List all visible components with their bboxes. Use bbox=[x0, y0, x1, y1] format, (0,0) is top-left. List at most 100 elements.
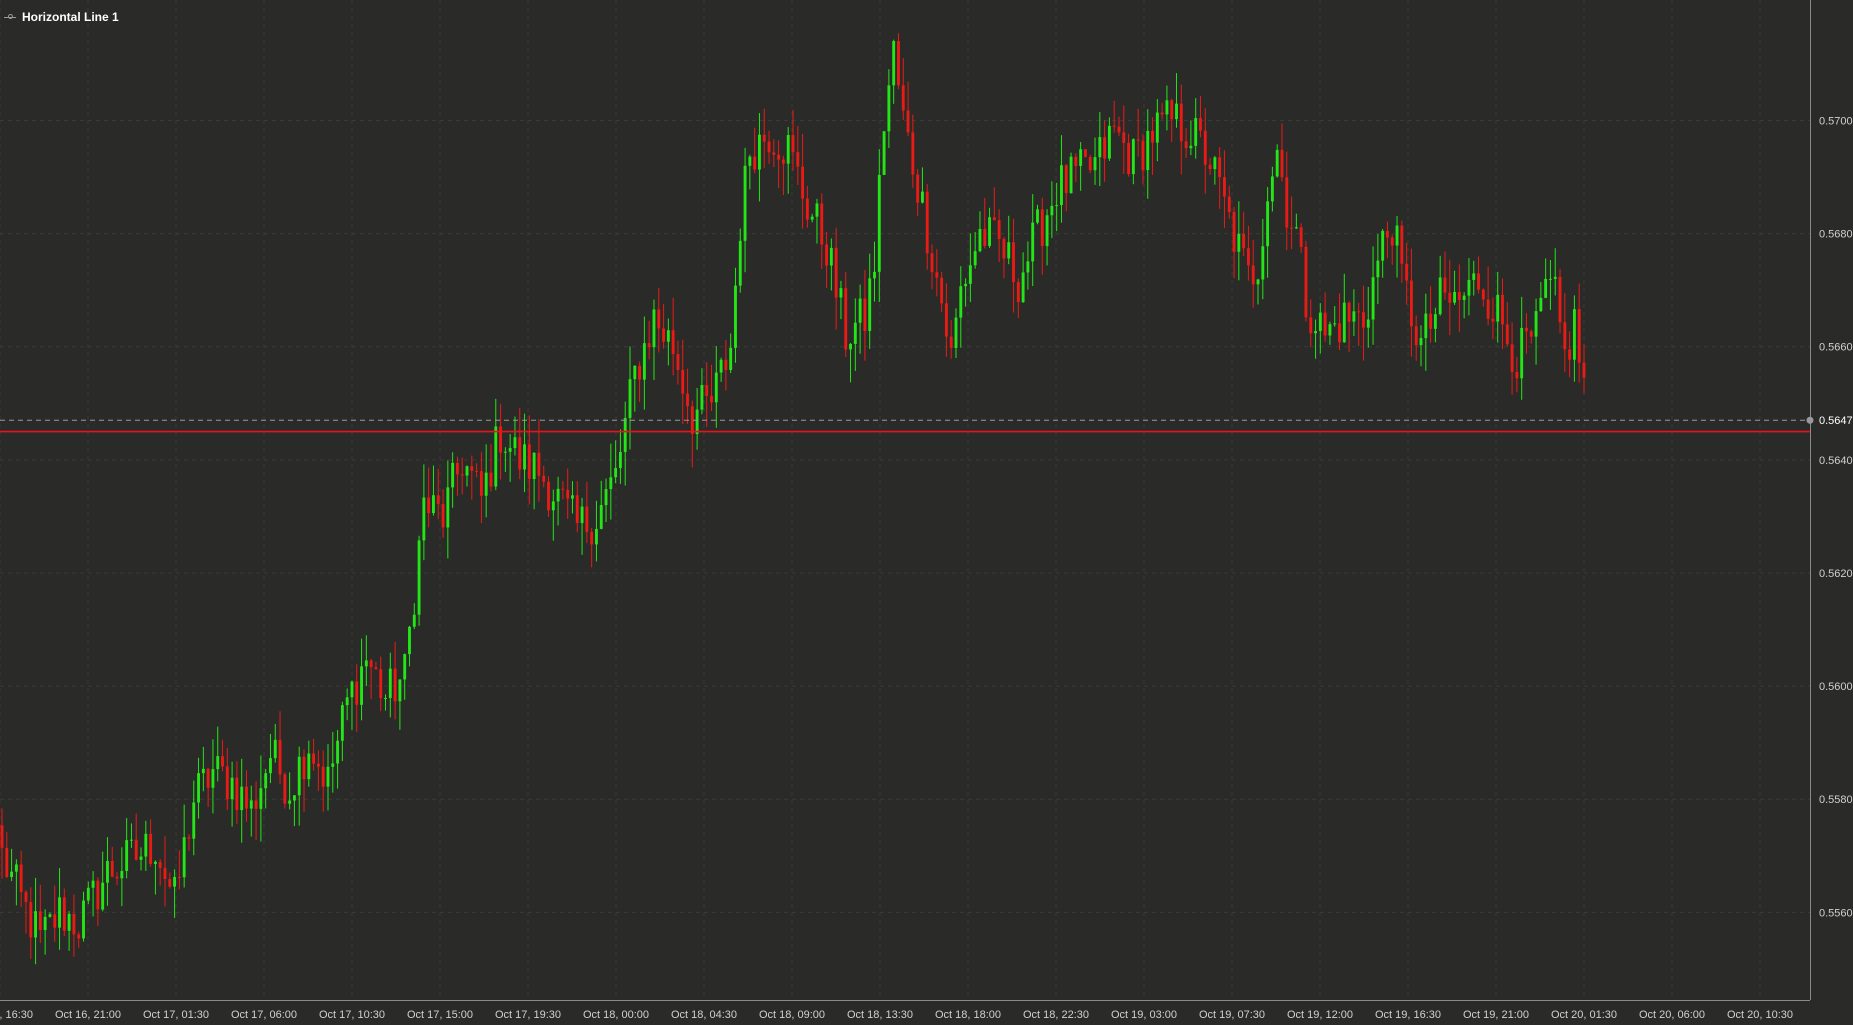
chart-svg[interactable]: 0.5700 0.5680 0.5660 0.5640 0.5620 0.5600 0.55… bbox=[0, 0, 1853, 1025]
candle-body bbox=[240, 786, 244, 811]
candle-body bbox=[609, 477, 613, 490]
candle-body bbox=[1040, 209, 1044, 247]
candle-body bbox=[316, 763, 320, 767]
candle-body bbox=[748, 156, 752, 166]
candle-body bbox=[1261, 246, 1265, 280]
candle-body bbox=[1050, 205, 1054, 216]
candle-body bbox=[110, 860, 114, 877]
candle-body bbox=[173, 876, 177, 887]
candle-body bbox=[858, 298, 862, 323]
candle-body bbox=[283, 774, 287, 804]
candle-body bbox=[844, 288, 848, 350]
candle-body bbox=[738, 240, 742, 286]
candle-body bbox=[920, 191, 924, 203]
candle-body bbox=[508, 448, 512, 452]
last-price-marker bbox=[1806, 416, 1814, 424]
candle-body bbox=[221, 756, 224, 767]
candle-body bbox=[163, 867, 167, 879]
candle-body bbox=[1007, 242, 1011, 259]
candle-body bbox=[906, 110, 910, 133]
candle-body bbox=[197, 773, 200, 803]
candle-body bbox=[527, 444, 531, 480]
candle-body bbox=[940, 277, 944, 304]
candle-body bbox=[647, 343, 651, 348]
candle-body bbox=[1577, 309, 1581, 363]
candle-body bbox=[225, 766, 229, 800]
candle-body bbox=[681, 369, 685, 394]
candle-body bbox=[1184, 141, 1188, 149]
candle-body bbox=[0, 825, 4, 848]
candle-body bbox=[734, 285, 737, 348]
candle-body bbox=[24, 891, 28, 903]
candle-body bbox=[590, 531, 594, 545]
candle-body bbox=[1256, 279, 1260, 285]
candle-body bbox=[96, 880, 100, 910]
candle-body bbox=[925, 191, 929, 254]
candle-body bbox=[777, 154, 781, 160]
candle-body bbox=[1477, 273, 1480, 290]
candle-body bbox=[77, 934, 81, 939]
candle-body bbox=[719, 359, 723, 373]
candle-body bbox=[1275, 149, 1279, 177]
candle-body bbox=[599, 505, 603, 529]
candle-body bbox=[417, 540, 421, 615]
candle-body bbox=[5, 847, 9, 878]
candle-body bbox=[1505, 324, 1509, 345]
candle-body bbox=[302, 756, 306, 780]
candle-body bbox=[29, 902, 33, 938]
candle-body bbox=[781, 159, 785, 164]
candle-body bbox=[1280, 149, 1284, 178]
candle-body bbox=[1462, 295, 1466, 301]
candle-body bbox=[432, 495, 435, 514]
candle-body bbox=[484, 472, 488, 496]
candle-body bbox=[139, 856, 143, 860]
x-tick-label: Oct 18, 09:00 bbox=[759, 1009, 825, 1021]
candle-body bbox=[1227, 196, 1231, 212]
candle-body bbox=[479, 471, 483, 496]
y-tick-label: 0.5680 bbox=[1819, 229, 1853, 241]
y-tick-label: 0.5700 bbox=[1819, 115, 1853, 127]
x-tick-label: Oct 16, 21:00 bbox=[55, 1009, 121, 1021]
candle-body bbox=[935, 272, 939, 278]
candle-body bbox=[810, 216, 814, 220]
candle-body bbox=[743, 165, 747, 241]
candle-body bbox=[532, 452, 536, 480]
candle-body bbox=[254, 800, 258, 809]
candle-body bbox=[1112, 125, 1116, 127]
legend-label: Horizontal Line 1 bbox=[22, 10, 119, 24]
candle-body bbox=[1036, 209, 1039, 223]
candle-body bbox=[1457, 292, 1461, 301]
legend[interactable]: Horizontal Line 1 bbox=[4, 10, 119, 24]
candle-body bbox=[1553, 276, 1557, 279]
candle-body bbox=[1179, 103, 1183, 142]
candle-body bbox=[829, 247, 833, 266]
candle-body bbox=[638, 365, 642, 380]
candle-body bbox=[1069, 156, 1073, 194]
candle-body bbox=[120, 870, 124, 879]
y-tick-label: 0.5560 bbox=[1819, 907, 1853, 919]
candle-body bbox=[1160, 112, 1164, 115]
x-tick-label: Oct 19, 16:30 bbox=[1375, 1009, 1441, 1021]
x-tick-label: Oct 19, 03:00 bbox=[1111, 1009, 1177, 1021]
candle-body bbox=[393, 668, 397, 702]
candle-body bbox=[1309, 317, 1313, 334]
candle-body bbox=[710, 395, 713, 403]
x-tick-label: Oct 17, 10:30 bbox=[319, 1009, 385, 1021]
candle-body bbox=[988, 217, 991, 246]
candle-body bbox=[499, 426, 503, 453]
candle-body bbox=[451, 462, 455, 488]
x-tick-label: Oct 17, 06:00 bbox=[231, 1009, 297, 1021]
candle-body bbox=[374, 667, 378, 670]
candle-body bbox=[1199, 118, 1202, 131]
candle-body bbox=[350, 681, 354, 698]
candle-body bbox=[62, 897, 66, 931]
candle-body bbox=[441, 504, 445, 528]
candle-body bbox=[671, 330, 675, 355]
candle-body bbox=[1534, 311, 1538, 337]
candle-body bbox=[1376, 260, 1380, 278]
candle-body bbox=[1448, 292, 1452, 303]
candle-body bbox=[144, 833, 148, 857]
price-chart[interactable]: 0.5700 0.5680 0.5660 0.5640 0.5620 0.5600 0.55… bbox=[0, 0, 1853, 1025]
candle-body bbox=[455, 462, 459, 475]
candle-body bbox=[1582, 362, 1586, 378]
